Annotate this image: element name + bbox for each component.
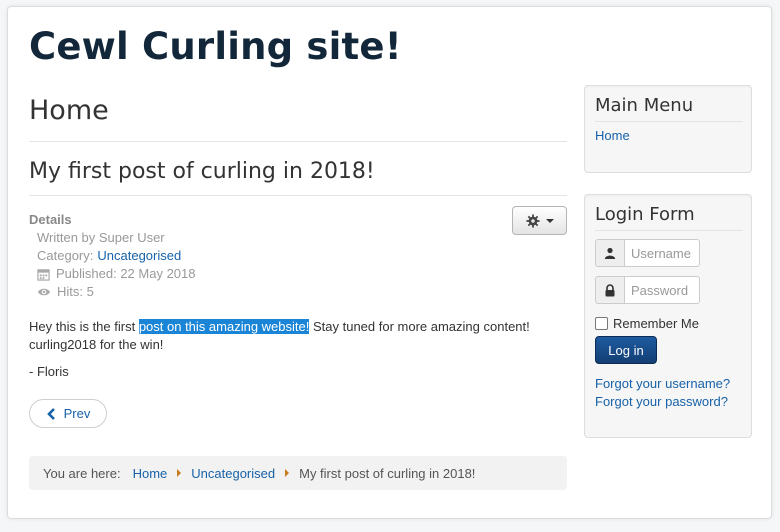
breadcrumb-separator-icon (285, 469, 290, 477)
published-row: Published: 22 May 2018 (29, 265, 195, 283)
password-field[interactable] (624, 276, 700, 304)
login-form-panel: Login Form Remember Me (584, 194, 752, 438)
main-menu-panel: Main Menu Home (584, 85, 752, 173)
article-signoff: - Floris (29, 364, 69, 379)
author-row: Written by Super User (29, 229, 195, 247)
remember-me-row: Remember Me (595, 316, 699, 331)
details-label: Details (29, 212, 72, 227)
article-details: Details Written by Super User Category: … (29, 211, 195, 301)
forgot-password-link[interactable]: Forgot your password? (595, 394, 728, 409)
body-text-start: Hey this is the first (29, 319, 139, 334)
breadcrumb-category[interactable]: Uncategorised (191, 466, 275, 481)
breadcrumb-current: My first post of curling in 2018! (299, 465, 476, 481)
hits-count: Hits: 5 (57, 284, 94, 299)
login-form-divider (595, 230, 743, 231)
page-container: Cewl Curling site! Home My first post of… (7, 6, 772, 519)
article-paragraph: Hey this is the first post on this amazi… (29, 318, 569, 354)
breadcrumb-separator-icon (177, 469, 182, 477)
published-date: Published: 22 May 2018 (56, 266, 196, 281)
page-heading: Home (29, 95, 109, 126)
username-field[interactable] (624, 239, 700, 267)
login-help-links: Forgot your username? Forgot your passwo… (595, 375, 730, 411)
category-label: Category: (37, 248, 94, 263)
breadcrumb: You are here: Home Uncategorised My firs… (29, 456, 567, 490)
prev-button[interactable]: Prev (29, 399, 107, 428)
calendar-icon (37, 268, 50, 281)
remember-me-checkbox[interactable] (595, 317, 608, 330)
hits-row: Hits: 5 (29, 283, 195, 301)
article-tools-button[interactable] (512, 206, 567, 235)
author-text: Written by Super User (37, 230, 165, 245)
category-link[interactable]: Uncategorised (97, 247, 181, 265)
article-body: Hey this is the first post on this amazi… (29, 318, 569, 390)
lock-icon (595, 276, 624, 304)
login-button[interactable]: Log in (595, 336, 657, 364)
chevron-left-icon (46, 407, 55, 420)
main-menu-title: Main Menu (595, 95, 694, 116)
eye-icon (37, 288, 51, 296)
category-row: Category: Uncategorised (29, 247, 195, 265)
main-menu-item-home[interactable]: Home (595, 128, 630, 143)
forgot-username-link[interactable]: Forgot your username? (595, 376, 730, 391)
article-title: My first post of curling in 2018! (29, 159, 375, 184)
remember-me-label: Remember Me (613, 316, 699, 331)
password-group (595, 276, 700, 304)
heading-divider (29, 141, 567, 142)
login-form-title: Login Form (595, 204, 695, 225)
title-divider (29, 195, 567, 196)
user-icon (595, 239, 624, 267)
main-menu-divider (595, 121, 743, 122)
breadcrumb-home[interactable]: Home (133, 466, 168, 481)
username-group (595, 239, 700, 267)
breadcrumb-prefix: You are here: (43, 465, 121, 481)
selected-text[interactable]: post on this amazing website! (138, 319, 310, 334)
prev-label: Prev (63, 406, 91, 421)
site-title[interactable]: Cewl Curling site! (29, 25, 402, 68)
gear-icon (525, 213, 540, 228)
caret-down-icon (545, 218, 554, 223)
